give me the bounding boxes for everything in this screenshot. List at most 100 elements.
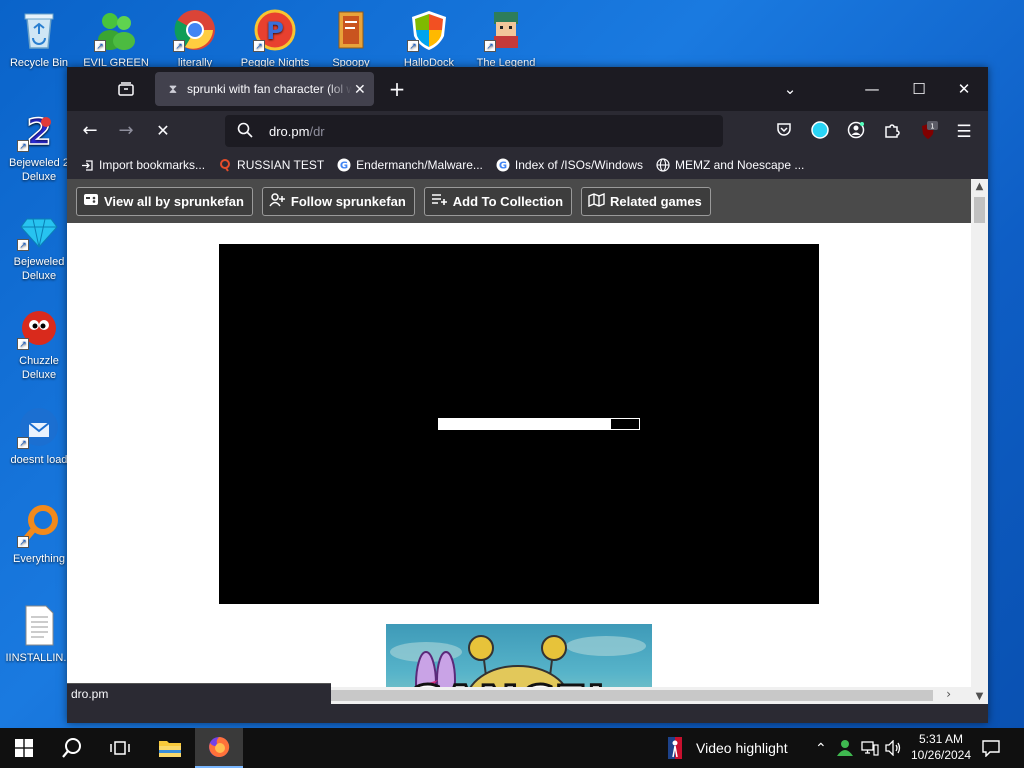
file-explorer-button[interactable] — [146, 728, 194, 768]
desktop-icon-bejeweled[interactable]: ↗ Bejeweled Deluxe — [1, 207, 77, 283]
bookmarks-toolbar: Import bookmarks... RUSSIAN TEST G Ender… — [67, 151, 988, 179]
bookmark-import[interactable]: Import bookmarks... — [80, 158, 205, 172]
desktop-icon-everything[interactable]: ↗ Everything — [1, 504, 77, 566]
bookmark-label: Index of /ISOs/Windows — [514, 158, 643, 172]
desktop-icon-label: Everything — [13, 553, 65, 565]
extensions-button[interactable] — [881, 121, 903, 143]
desktop-icon-label: Recycle Bin — [9, 57, 69, 69]
google-icon: G — [337, 158, 351, 172]
windows-logo-icon — [15, 739, 33, 757]
stop-button[interactable]: ✕ — [150, 119, 176, 143]
desktop-icon-spoopy[interactable]: Spoopy — [313, 8, 389, 70]
show-hidden-icons-button[interactable]: ⌃ — [815, 728, 827, 768]
import-icon — [80, 158, 94, 172]
svg-text:G: G — [499, 161, 507, 172]
tab-title: sprunki with fan character (lol w — [187, 82, 352, 96]
desktop-icon-chuzzle[interactable]: ↗ Chuzzle Deluxe — [1, 306, 77, 382]
puzzle-icon — [885, 124, 900, 138]
follow-label: Follow sprunkefan — [290, 193, 406, 209]
shortcut-arrow-icon: ↗ — [484, 40, 496, 52]
desktop-icon-literally[interactable]: ↗ literally — [157, 8, 233, 70]
bookmark-label: Import bookmarks... — [99, 158, 206, 172]
navigation-toolbar: ← → ✕ dro.pm/dr 1 ☰ — [67, 111, 988, 151]
shortcut-arrow-icon: ↗ — [17, 437, 29, 449]
tab-active[interactable]: ⧗ sprunki with fan character (lol w ✕ — [155, 72, 374, 106]
firefox-taskbar-button[interactable] — [195, 728, 243, 768]
desktop-icon-the-legend[interactable]: ↗ The Legend — [468, 8, 544, 70]
desktop-icon-hallodock[interactable]: ↗ HalloDock — [391, 8, 467, 70]
add-to-collection-button[interactable]: Add To Collection — [423, 186, 573, 216]
notifications-button[interactable] — [982, 728, 1000, 768]
forward-button[interactable]: → — [113, 119, 139, 143]
related-games-button[interactable]: Related games — [581, 186, 711, 216]
game-embed-frame[interactable] — [219, 244, 819, 604]
network-icon[interactable] — [861, 728, 879, 768]
page-content: View all by sprunkefan Follow sprunkefan… — [67, 179, 988, 704]
follow-button[interactable]: Follow sprunkefan — [261, 186, 415, 216]
bookmark-russian-test[interactable]: RUSSIAN TEST — [218, 158, 324, 172]
desktop-icon-label: doesnt load — [10, 454, 68, 466]
horizontal-scrollbar[interactable]: › — [331, 687, 971, 704]
view-all-button[interactable]: View all by sprunkefan — [76, 186, 253, 216]
ublock-button[interactable]: 1 — [917, 121, 939, 143]
vertical-scroll-thumb[interactable] — [974, 197, 985, 223]
related-games-label: Related games — [610, 193, 702, 209]
notification-icon — [982, 739, 1000, 757]
close-window-button[interactable]: ✕ — [949, 77, 979, 101]
shortcut-arrow-icon: ↗ — [17, 338, 29, 350]
url-bar[interactable]: dro.pm/dr — [225, 115, 723, 147]
shortcut-arrow-icon: ↗ — [17, 536, 29, 548]
globe-icon — [656, 158, 670, 172]
firefox-window: ⧗ sprunki with fan character (lol w ✕ + … — [67, 67, 988, 723]
list-all-tabs-button[interactable]: ⌄ — [775, 77, 805, 101]
search-icon — [237, 122, 255, 141]
desktop-icon-evil-green[interactable]: ↗ EVIL GREEN — [78, 8, 154, 70]
url-host: dro.pm — [269, 123, 310, 139]
clock[interactable]: 5:31 AM 10/26/2024 — [906, 731, 976, 763]
clock-date: 10/26/2024 — [910, 748, 972, 762]
file-explorer-icon — [159, 741, 181, 757]
start-button[interactable] — [0, 728, 48, 768]
tray-user-icon[interactable] — [836, 728, 854, 768]
scroll-up-icon[interactable]: ▲ — [971, 181, 988, 192]
scroll-down-icon[interactable]: ▼ — [971, 691, 988, 702]
desktop-icon-bejeweled-2[interactable]: 2 ↗ Bejeweled 2 Deluxe — [1, 108, 77, 184]
bookmark-memz[interactable]: MEMZ and Noescape ... — [656, 158, 804, 172]
search-button[interactable] — [48, 728, 96, 768]
news-text: Video highlight — [696, 740, 788, 756]
bookmark-isos-windows[interactable]: G Index of /ISOs/Windows — [496, 158, 643, 172]
desktop-icon-installing[interactable]: IINSTALLIN... — [1, 603, 77, 665]
scroll-right-icon[interactable]: › — [946, 687, 951, 701]
shortcut-arrow-icon: ↗ — [407, 40, 419, 52]
bookmark-endermanch[interactable]: G Endermanch/Malware... — [337, 158, 483, 172]
tab-bar: ⧗ sprunki with fan character (lol w ✕ + … — [67, 67, 988, 111]
volume-icon[interactable] — [885, 728, 902, 768]
pocket-button[interactable] — [773, 121, 795, 143]
tab-close-icon[interactable]: ✕ — [354, 81, 366, 98]
extension-circle-button[interactable] — [809, 121, 831, 143]
account-button[interactable] — [845, 121, 867, 143]
news-widget[interactable]: Video highlight — [668, 728, 788, 768]
vertical-scrollbar[interactable]: ▲ ▼ — [971, 179, 988, 704]
search-icon — [218, 158, 232, 172]
task-view-button[interactable] — [96, 728, 144, 768]
windows-shield-icon: ↗ — [407, 8, 451, 52]
firefox-icon — [209, 736, 230, 757]
peggle-icon: P ↗ — [253, 8, 297, 52]
shortcut-arrow-icon: ↗ — [94, 40, 106, 52]
horizontal-scroll-thumb[interactable] — [331, 690, 933, 701]
firefox-view-button[interactable] — [113, 78, 139, 100]
user-plus-icon — [269, 192, 286, 210]
gamepad-icon — [83, 193, 99, 209]
desktop-icon-label: Bejeweled 2 Deluxe — [9, 157, 69, 183]
account-icon — [847, 121, 865, 139]
minimize-button[interactable]: — — [857, 77, 887, 101]
app-menu-button[interactable]: ☰ — [953, 121, 975, 143]
new-tab-button[interactable]: + — [385, 77, 409, 101]
desktop-icon-peggle-nights[interactable]: P ↗ Peggle Nights — [237, 8, 313, 70]
maximize-button[interactable]: ☐ — [904, 77, 934, 101]
desktop-icon-recycle-bin[interactable]: Recycle Bin — [1, 8, 77, 70]
desktop-icon-doesnt-load[interactable]: ↗ doesnt load — [1, 405, 77, 467]
back-button[interactable]: ← — [77, 119, 103, 143]
shortcut-arrow-icon: ↗ — [173, 40, 185, 52]
